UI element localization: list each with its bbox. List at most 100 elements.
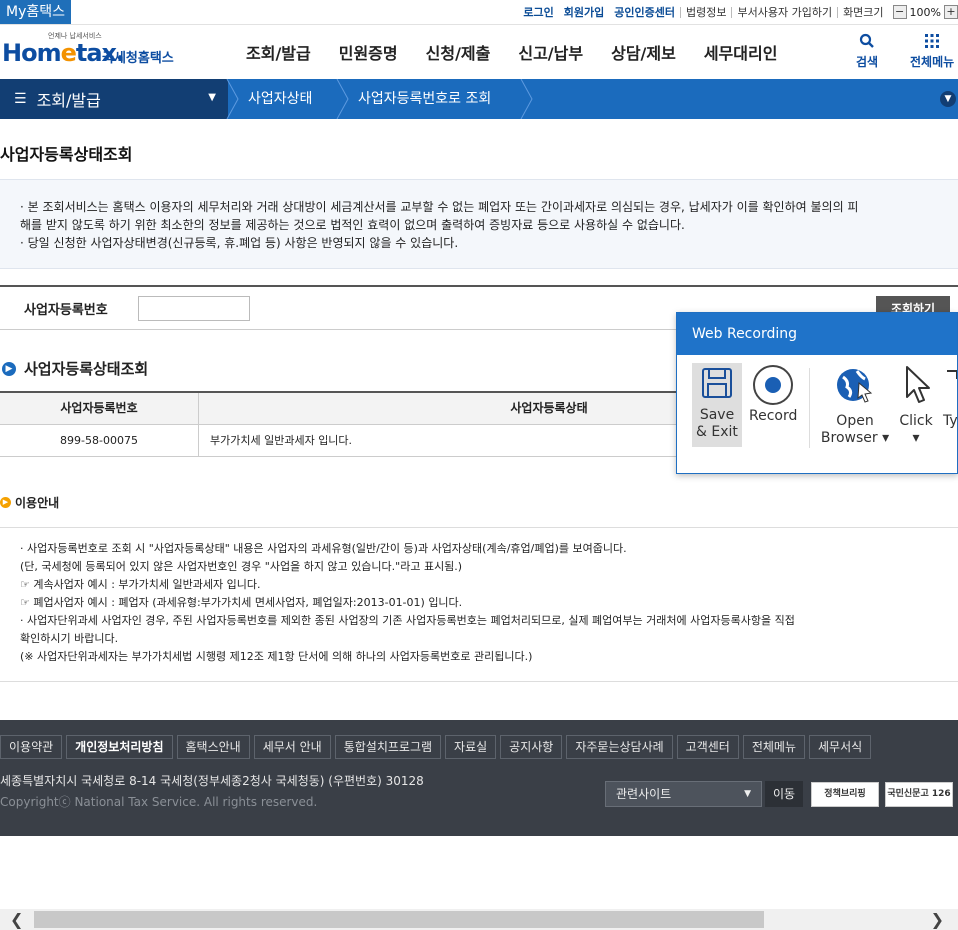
footer-all-menu[interactable]: 전체메뉴 bbox=[742, 735, 806, 759]
go-button[interactable]: 이동 bbox=[765, 781, 803, 807]
record-label: Record bbox=[749, 408, 798, 424]
zoom-level: 100% bbox=[909, 5, 941, 19]
gnb-report-pay[interactable]: 신고/납부 bbox=[504, 40, 597, 64]
chevron-down-icon[interactable]: ▼ bbox=[940, 91, 956, 107]
signup-link[interactable]: 회원가입 bbox=[559, 4, 609, 20]
breadcrumb-lookup-by-number[interactable]: 사업자등록번호로 조회 bbox=[358, 79, 491, 119]
zoom-out-button[interactable]: − bbox=[892, 5, 907, 19]
footer-copyright: Copyrightⓒ National Tax Service. All rig… bbox=[0, 795, 318, 809]
save-icon bbox=[692, 367, 742, 404]
open-browser-label-1: Open bbox=[836, 413, 874, 429]
search-icon bbox=[856, 33, 878, 53]
cert-center-link[interactable]: 공인인증센터 bbox=[609, 4, 680, 20]
footer-privacy[interactable]: 개인정보처리방침 bbox=[66, 735, 173, 759]
footer-install[interactable]: 통합설치프로그램 bbox=[334, 735, 442, 759]
web-recording-panel: Web Recording Save & Exit Record Open Br… bbox=[676, 312, 958, 474]
sinmungo-badge[interactable]: 국민신문고 126 bbox=[885, 782, 953, 807]
footer-hometax-guide[interactable]: 홈택스안내 bbox=[176, 735, 250, 759]
current-menu-label: 조회/발급 bbox=[36, 91, 101, 110]
horizontal-scrollbar[interactable]: ❮ ❯ bbox=[0, 909, 958, 930]
caret-down-icon: ▼ bbox=[744, 789, 751, 799]
breadcrumb-business-status[interactable]: 사업자상태 bbox=[248, 79, 312, 119]
open-browser-button[interactable]: Open Browser ▾ bbox=[819, 365, 891, 447]
footer-tax-office[interactable]: 세무서 안내 bbox=[253, 735, 331, 759]
footer-archive[interactable]: 자료실 bbox=[445, 735, 497, 759]
notice-line: · 본 조회서비스는 홈택스 이용자의 세무처리와 거래 상대방이 세금계산서를… bbox=[20, 200, 859, 214]
divider bbox=[809, 368, 810, 448]
type-label: Ty bbox=[943, 413, 958, 429]
notice-box: · 본 조회서비스는 홈택스 이용자의 세무처리와 거래 상대방이 세금계산서를… bbox=[0, 179, 958, 269]
footer-notice[interactable]: 공지사항 bbox=[500, 735, 563, 759]
save-exit-label-1: Save bbox=[699, 407, 735, 423]
scrollbar-thumb[interactable] bbox=[34, 911, 764, 928]
recorder-title: Web Recording bbox=[677, 313, 957, 355]
my-hometax-link[interactable]: My홈택스 bbox=[0, 0, 72, 24]
guide-line: ☞ 계속사업자 예시 : 부가가치세 일반과세자 입니다. bbox=[20, 578, 261, 591]
type-button[interactable]: Ty bbox=[943, 365, 958, 430]
save-exit-button[interactable]: Save & Exit bbox=[692, 363, 742, 447]
notice-line: · 당일 신청한 사업자상태변경(신규등록, 휴.폐업 등) 사항은 반영되지 … bbox=[20, 236, 459, 250]
guide-line: 확인하시기 바랍니다. bbox=[20, 632, 119, 645]
guide-line: · 사업자단위과세 사업자인 경우, 주된 사업자등록번호를 제외한 종된 사업… bbox=[20, 614, 795, 627]
gnb-tax-agent[interactable]: 세무대리인 bbox=[690, 40, 792, 64]
business-number-label: 사업자등록번호 bbox=[24, 303, 108, 318]
click-button[interactable]: Click ▾ bbox=[895, 365, 937, 447]
section-title-text: 사업자등록상태조회 bbox=[24, 360, 149, 378]
all-menu-label: 전체메뉴 bbox=[910, 55, 955, 69]
dept-user-signup-link[interactable]: 부서사용자 가입하기 bbox=[732, 4, 837, 20]
footer-menu: 이용약관 개인정보처리방침 홈택스안내 세무서 안내 통합설치프로그램 자료실 … bbox=[0, 735, 875, 759]
footer-address: 세종특별자치시 국세청로 8-14 국세청(정부세종2청사 국세청동) (우편번… bbox=[0, 774, 424, 788]
footer-tax-forms[interactable]: 세무서식 bbox=[809, 735, 872, 759]
caret-down-icon: ▼ bbox=[208, 92, 216, 103]
search-button[interactable]: 검색 bbox=[856, 33, 878, 70]
click-label: Click bbox=[899, 413, 933, 429]
policy-briefing-badge[interactable]: 정책브리핑 bbox=[811, 782, 879, 807]
guide-line: (※ 사업자단위과세자는 부가가치세법 시행령 제12조 제1항 단서에 의해 … bbox=[20, 650, 533, 663]
gnb-certificates[interactable]: 민원증명 bbox=[325, 40, 412, 64]
logo-korean-name: 국세청홈택스 bbox=[102, 51, 174, 66]
footer-faq[interactable]: 자주묻는상담사례 bbox=[566, 735, 673, 759]
save-exit-label-2: & Exit bbox=[696, 424, 738, 440]
section-title: ▶ 사업자등록상태조회 bbox=[2, 358, 148, 379]
footer-terms[interactable]: 이용약관 bbox=[0, 735, 63, 759]
chevron-right-icon bbox=[226, 79, 239, 119]
gnb-inquiry-issue[interactable]: 조회/발급 bbox=[232, 40, 325, 64]
gnb-apply-submit[interactable]: 신청/제출 bbox=[412, 40, 505, 64]
site-header: 언제나 납세서비스 Hometax. 국세청홈택스 조회/발급 민원증명 신청/… bbox=[0, 25, 958, 79]
law-info-link[interactable]: 법령정보 bbox=[681, 4, 731, 20]
bullet-arrow-icon: ▶ bbox=[0, 497, 11, 508]
cursor-icon bbox=[895, 365, 937, 410]
global-nav: 조회/발급 민원증명 신청/제출 신고/납부 상담/제보 세무대리인 bbox=[232, 25, 791, 79]
hamburger-icon: ☰ bbox=[14, 91, 27, 107]
top-links: 로그인 회원가입 공인인증센터 법령정보 부서사용자 가입하기 화면크기 − 1… bbox=[518, 0, 958, 24]
chevron-right-icon bbox=[336, 79, 349, 119]
zoom-control: − 100% + bbox=[892, 5, 958, 19]
hometax-logo[interactable]: 언제나 납세서비스 Hometax. 국세청홈택스 bbox=[0, 31, 185, 75]
all-menu-button[interactable]: 전체메뉴 bbox=[910, 33, 954, 70]
guide-title: ▶ 이용안내 bbox=[0, 494, 59, 511]
related-sites-label: 관련사이트 bbox=[616, 787, 672, 801]
column-header: 사업자등록번호 bbox=[0, 393, 199, 424]
business-number-input[interactable] bbox=[138, 296, 250, 321]
business-number-cell: 899-58-00075 bbox=[0, 425, 199, 456]
footer-customer-center[interactable]: 고객센터 bbox=[676, 735, 739, 759]
type-icon bbox=[943, 365, 957, 410]
guide-line: · 사업자등록번호로 조회 시 "사업자등록상태" 내용은 사업자의 과세유형(… bbox=[20, 542, 627, 555]
record-button[interactable]: Record bbox=[749, 365, 797, 425]
top-utility-bar: My홈택스 로그인 회원가입 공인인증센터 법령정보 부서사용자 가입하기 화면… bbox=[0, 0, 958, 25]
gnb-consult-report[interactable]: 상담/제보 bbox=[597, 40, 690, 64]
grid-menu-icon bbox=[910, 33, 954, 53]
guide-box: · 사업자등록번호로 조회 시 "사업자등록상태" 내용은 사업자의 과세유형(… bbox=[0, 527, 958, 682]
screen-size-label: 화면크기 bbox=[843, 6, 884, 19]
login-link[interactable]: 로그인 bbox=[518, 4, 558, 20]
guide-line: ☞ 폐업사업자 예시 : 폐업자 (과세유형:부가가치세 면세사업자, 폐업일자… bbox=[20, 596, 463, 609]
guide-title-text: 이용안내 bbox=[15, 496, 60, 510]
current-menu-dropdown[interactable]: ☰ 조회/발급 ▼ bbox=[0, 79, 228, 119]
open-browser-label-2: Browser ▾ bbox=[820, 430, 890, 446]
guide-line: (단, 국세청에 등록되어 있지 않은 사업자번호인 경우 "사업을 하지 않고… bbox=[20, 560, 463, 573]
scroll-right-icon[interactable]: ❯ bbox=[931, 909, 944, 930]
scroll-left-icon[interactable]: ❮ bbox=[10, 909, 23, 930]
related-sites-select[interactable]: 관련사이트 ▼ bbox=[605, 781, 762, 807]
record-icon bbox=[753, 365, 793, 405]
zoom-in-button[interactable]: + bbox=[944, 5, 958, 19]
